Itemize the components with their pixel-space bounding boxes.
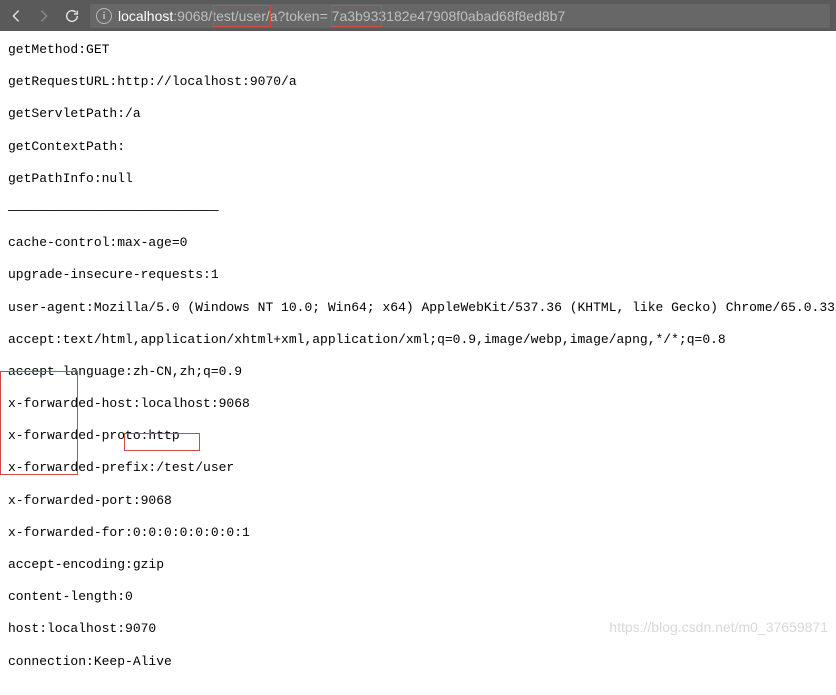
url-text: localhost:9068/test/user/a?token= 7a3b93… <box>118 8 565 24</box>
response-line: getContextPath: <box>8 138 828 156</box>
watermark: https://blog.csdn.net/m0_37659871 <box>609 619 828 635</box>
page-content: getMethod:GET getRequestURL:http://local… <box>0 31 836 695</box>
response-line: content-length:0 <box>8 588 828 606</box>
response-line: user-agent:Mozilla/5.0 (Windows NT 10.0;… <box>8 299 828 317</box>
response-line: getServletPath:/a <box>8 105 828 123</box>
response-line: getRequestURL:http://localhost:9070/a <box>8 73 828 91</box>
site-info-icon[interactable]: i <box>96 8 112 24</box>
address-bar[interactable]: i localhost:9068/test/user/a?token= 7a3b… <box>90 4 830 28</box>
url-token: 7a3b933182e47908f0abad68f8ed8b7 <box>328 8 565 24</box>
url-path: :9068/test/user/a?token= <box>173 8 328 24</box>
response-line: getPathInfo:null <box>8 170 828 188</box>
response-line: accept-language:zh-CN,zh;q=0.9 <box>8 363 828 381</box>
response-line: accept:text/html,application/xhtml+xml,a… <box>8 331 828 349</box>
url-host: localhost <box>118 8 173 24</box>
response-line: accept-encoding:gzip <box>8 556 828 574</box>
forward-button[interactable] <box>34 4 54 28</box>
back-button[interactable] <box>6 4 26 28</box>
response-line: x-forwarded-host:localhost:9068 <box>8 395 828 413</box>
response-line: x-forwarded-proto:http <box>8 427 828 445</box>
arrow-right-icon <box>36 8 52 24</box>
response-line: x-forwarded-for:0:0:0:0:0:0:0:1 <box>8 524 828 542</box>
response-line: cache-control:max-age=0 <box>8 234 828 252</box>
response-line: connection:Keep-Alive <box>8 653 828 671</box>
browser-toolbar: i localhost:9068/test/user/a?token= 7a3b… <box>0 0 836 31</box>
response-line: getMethod:GET <box>8 41 828 59</box>
reload-button[interactable] <box>62 4 82 28</box>
arrow-left-icon <box>8 8 24 24</box>
response-line: upgrade-insecure-requests:1 <box>8 266 828 284</box>
response-line: x-forwarded-port:9068 <box>8 492 828 510</box>
reload-icon <box>64 8 80 24</box>
divider-line: ——————————————————————————— <box>8 202 828 220</box>
response-line: x-forwarded-prefix:/test/user <box>8 459 828 477</box>
